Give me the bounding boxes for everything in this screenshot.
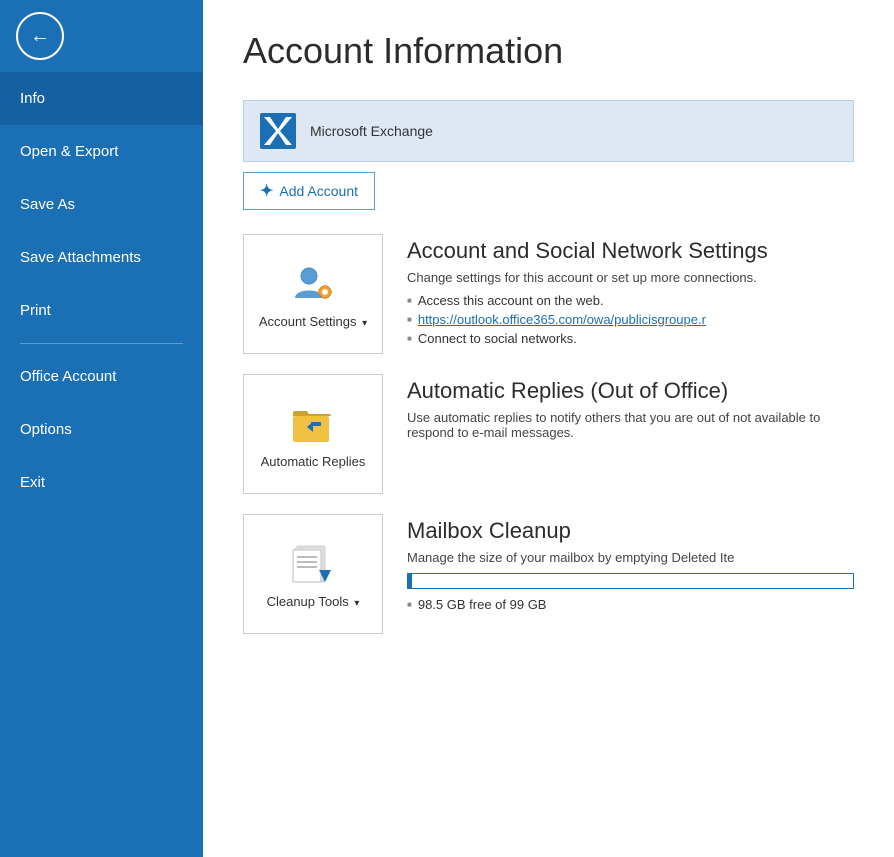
sidebar-item-options[interactable]: Options [0, 403, 203, 456]
account-settings-icon [289, 260, 337, 308]
add-account-label: Add Account [279, 183, 358, 199]
automatic-replies-label: Automatic Replies [261, 454, 366, 469]
account-settings-card: Account Settings ▾ Account and Social Ne… [243, 234, 854, 354]
account-settings-list: Access this account on the web. https://… [407, 293, 854, 346]
exchange-bar[interactable]: Microsoft Exchange [243, 100, 854, 162]
cleanup-tools-icon [289, 540, 337, 588]
mailbox-cleanup-card: Cleanup Tools ▾ Mailbox Cleanup Manage t… [243, 514, 854, 634]
automatic-replies-card: Automatic Replies Automatic Replies (Out… [243, 374, 854, 494]
exchange-icon [258, 111, 298, 151]
account-settings-button[interactable]: Account Settings ▾ [243, 234, 383, 354]
plus-icon: ✦ [260, 181, 273, 201]
main-content: Account Information Microsoft Exchange ✦… [203, 0, 894, 857]
account-settings-title: Account and Social Network Settings [407, 238, 854, 264]
cleanup-tools-label: Cleanup Tools ▾ [267, 594, 360, 609]
add-account-button[interactable]: ✦ Add Account [243, 172, 375, 210]
owa-link[interactable]: https://outlook.office365.com/owa/public… [418, 312, 706, 327]
back-button[interactable]: ← [16, 12, 64, 60]
sidebar-item-open-export[interactable]: Open & Export [0, 125, 203, 178]
account-settings-content: Account and Social Network Settings Chan… [407, 234, 854, 350]
account-settings-desc: Change settings for this account or set … [407, 270, 854, 285]
progress-fill [408, 574, 412, 588]
list-item: Access this account on the web. [407, 293, 854, 308]
sidebar-item-print[interactable]: Print [0, 284, 203, 337]
mailbox-cleanup-desc: Manage the size of your mailbox by empty… [407, 550, 854, 565]
mailbox-progress-bar [407, 573, 854, 589]
sidebar: ← Info Open & Export Save As Save Attach… [0, 0, 203, 857]
automatic-replies-title: Automatic Replies (Out of Office) [407, 378, 854, 404]
automatic-replies-desc: Use automatic replies to notify others t… [407, 410, 854, 440]
automatic-replies-button[interactable]: Automatic Replies [243, 374, 383, 494]
sidebar-item-office-account[interactable]: Office Account [0, 350, 203, 403]
account-settings-label: Account Settings ▾ [259, 314, 367, 329]
exchange-label: Microsoft Exchange [310, 123, 433, 139]
page-title: Account Information [243, 30, 854, 72]
mailbox-cleanup-content: Mailbox Cleanup Manage the size of your … [407, 514, 854, 612]
cleanup-tools-button[interactable]: Cleanup Tools ▾ [243, 514, 383, 634]
sidebar-item-save-attachments[interactable]: Save Attachments [0, 231, 203, 284]
progress-label: 98.5 GB free of 99 GB [407, 597, 854, 612]
automatic-replies-content: Automatic Replies (Out of Office) Use au… [407, 374, 854, 448]
mailbox-cleanup-title: Mailbox Cleanup [407, 518, 854, 544]
list-item-social: Connect to social networks. [407, 331, 854, 346]
list-item-link: https://outlook.office365.com/owa/public… [407, 312, 854, 327]
sidebar-item-save-as[interactable]: Save As [0, 178, 203, 231]
automatic-replies-icon [289, 400, 337, 448]
sidebar-item-exit[interactable]: Exit [0, 456, 203, 509]
sidebar-divider [20, 343, 183, 344]
sidebar-item-info[interactable]: Info [0, 72, 203, 125]
